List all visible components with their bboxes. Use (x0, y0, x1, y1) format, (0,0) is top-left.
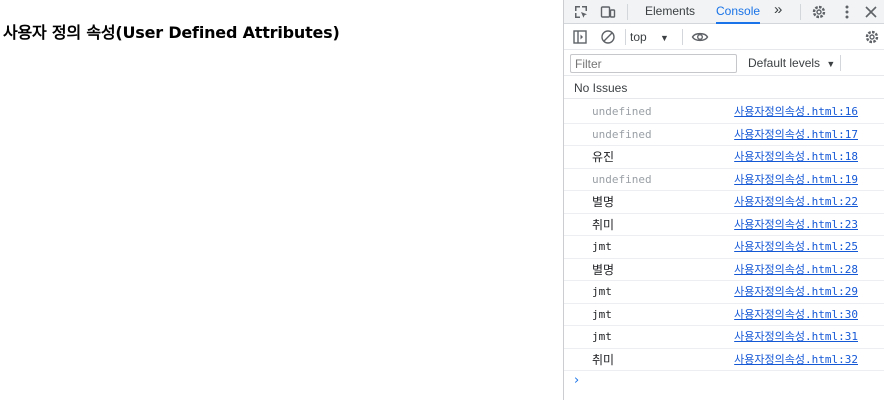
console-message: 취미 사용자정의속성.html:32 (564, 349, 884, 371)
context-value: top (630, 30, 647, 44)
source-link[interactable]: 사용자정의속성.html:32 (734, 353, 858, 367)
tab-console[interactable]: Console (716, 0, 761, 24)
console-message: jmt 사용자정의속성.html:29 (564, 281, 884, 304)
console-message: 별명 사용자정의속성.html:22 (564, 191, 884, 214)
console-message: jmt 사용자정의속성.html:25 (564, 236, 884, 259)
issues-counter[interactable]: No Issues (564, 77, 884, 99)
console-message-text: jmt (592, 307, 612, 321)
console-settings-gear-icon[interactable] (862, 27, 882, 47)
more-options-icon[interactable] (837, 2, 857, 22)
log-levels-label: Default levels (748, 56, 821, 70)
chevron-down-icon: ▼ (826, 59, 836, 69)
console-message-text: jmt (592, 285, 612, 298)
console-message-text: 별명 (592, 195, 615, 209)
source-link[interactable]: 사용자정의속성.html:18 (734, 150, 858, 164)
devtools-panel: Elements Console » top ▼ Filter Default … (563, 0, 884, 400)
more-tabs-button[interactable]: » (774, 0, 782, 24)
device-toolbar-icon[interactable] (598, 2, 618, 22)
source-link[interactable]: 사용자정의속성.html:28 (734, 263, 858, 277)
page-title: 사용자 정의 속성(User Defined Attributes) (3, 23, 340, 42)
settings-gear-icon[interactable] (809, 2, 829, 22)
source-link[interactable]: 사용자정의속성.html:16 (734, 105, 858, 119)
console-message: 별명 사용자정의속성.html:28 (564, 259, 884, 281)
context-selector[interactable]: top ▼ (630, 28, 669, 46)
console-message: undefined 사용자정의속성.html:19 (564, 169, 884, 191)
console-message-text: undefined (592, 105, 652, 118)
page-viewport: 사용자 정의 속성(User Defined Attributes) (0, 0, 563, 400)
console-message-text: undefined (592, 127, 652, 141)
close-icon[interactable] (861, 2, 881, 22)
filterbar-divider (840, 55, 841, 71)
inspect-element-icon[interactable] (571, 2, 591, 22)
console-message: jmt 사용자정의속성.html:30 (564, 304, 884, 326)
console-message-text: undefined (592, 172, 652, 186)
console-message: undefined 사용자정의속성.html:17 (564, 124, 884, 146)
source-link[interactable]: 사용자정의속성.html:29 (734, 285, 858, 299)
log-levels-dropdown[interactable]: Default levels ▼ (748, 55, 835, 72)
tabbar-divider (627, 4, 628, 20)
console-prompt[interactable]: › (574, 373, 579, 388)
filter-bar: Default levels ▼ (564, 50, 884, 76)
source-link[interactable]: 사용자정의속성.html:17 (734, 128, 858, 142)
console-message: undefined 사용자정의속성.html:16 (564, 101, 884, 124)
source-link[interactable]: 사용자정의속성.html:23 (734, 218, 858, 232)
console-message-text: jmt (592, 240, 612, 253)
toolbar-divider (682, 29, 683, 45)
console-message: jmt 사용자정의속성.html:31 (564, 326, 884, 349)
source-link[interactable]: 사용자정의속성.html:19 (734, 173, 858, 187)
console-messages: undefined 사용자정의속성.html:16 undefined 사용자정의속성… (564, 101, 884, 371)
console-message: 취미 사용자정의속성.html:23 (564, 214, 884, 236)
tab-elements[interactable]: Elements (645, 0, 695, 24)
console-message-text: 별명 (592, 262, 615, 277)
devtools-tabbar: Elements Console » (564, 0, 884, 24)
console-message-text: 취미 (592, 217, 615, 232)
source-link[interactable]: 사용자정의속성.html:31 (734, 330, 858, 344)
console-message-text: jmt (592, 330, 612, 343)
source-link[interactable]: 사용자정의속성.html:30 (734, 308, 858, 322)
console-toolbar: top ▼ (564, 24, 884, 50)
tabbar-divider (800, 4, 801, 20)
clear-console-icon[interactable] (598, 27, 618, 47)
sidebar-toggle-icon[interactable] (570, 27, 590, 47)
source-link[interactable]: 사용자정의속성.html:22 (734, 195, 858, 209)
console-message-text: 취미 (592, 352, 615, 367)
source-link[interactable]: 사용자정의속성.html:25 (734, 240, 858, 254)
toolbar-divider (625, 29, 626, 45)
chevron-down-icon: ▼ (660, 33, 669, 43)
console-message-text: 유진 (592, 150, 615, 164)
console-message: 유진 사용자정의속성.html:18 (564, 146, 884, 169)
filter-input[interactable] (570, 54, 737, 73)
eye-icon[interactable] (690, 27, 710, 47)
